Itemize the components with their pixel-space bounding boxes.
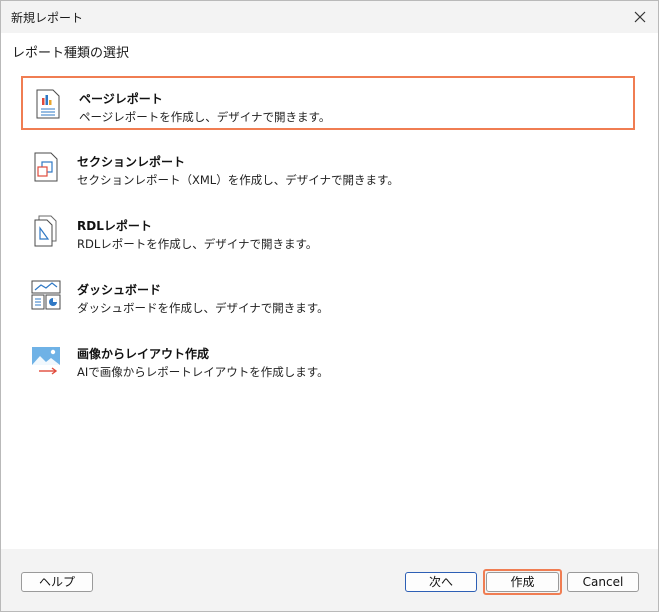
item-description: RDLレポートを作成し、デザイナで開きます。 [77,237,318,251]
dashboard-icon [31,280,61,310]
window-title: 新規レポート [11,11,84,25]
item-name: ダッシュボード [77,283,162,297]
item-name: RDLレポート [77,219,152,233]
report-type-section[interactable]: セクションレポート セクションレポート（XML）を作成し、デザイナで開きます。 [21,141,635,195]
close-icon [634,11,646,23]
section-report-icon [34,152,58,182]
item-description: ページレポートを作成し、デザイナで開きます。 [79,110,331,124]
item-description: セクションレポート（XML）を作成し、デザイナで開きます。 [77,173,399,187]
page-report-icon [36,89,60,119]
close-button[interactable] [626,3,654,31]
report-type-image-layout[interactable]: 画像からレイアウト作成 AIで画像からレポートレイアウトを作成します。 [21,333,635,387]
cancel-button[interactable]: Cancel [567,572,639,592]
item-name: 画像からレイアウト作成 [77,347,210,361]
item-description: AIで画像からレポートレイアウトを作成します。 [77,365,329,379]
section-heading: レポート種類の選択 [12,46,130,61]
create-button[interactable]: 作成 [486,572,559,592]
new-report-dialog: 新規レポート レポート種類の選択 ページレポート ページレポートを作成し、デザイ… [0,0,659,612]
item-name: ページレポート [79,92,163,106]
item-name: セクションレポート [77,155,186,169]
image-layout-icon [32,347,60,375]
help-button[interactable]: ヘルプ [21,572,93,592]
report-type-page[interactable]: ページレポート ページレポートを作成し、デザイナで開きます。 [21,76,635,130]
item-description: ダッシュボードを作成し、デザイナで開きます。 [77,301,329,315]
rdl-report-icon [34,215,57,247]
report-type-dashboard[interactable]: ダッシュボード ダッシュボードを作成し、デザイナで開きます。 [21,269,635,323]
report-type-rdl[interactable]: RDLレポート RDLレポートを作成し、デザイナで開きます。 [21,205,635,259]
next-button[interactable]: 次へ [405,572,477,592]
title-bar: 新規レポート [1,1,658,33]
